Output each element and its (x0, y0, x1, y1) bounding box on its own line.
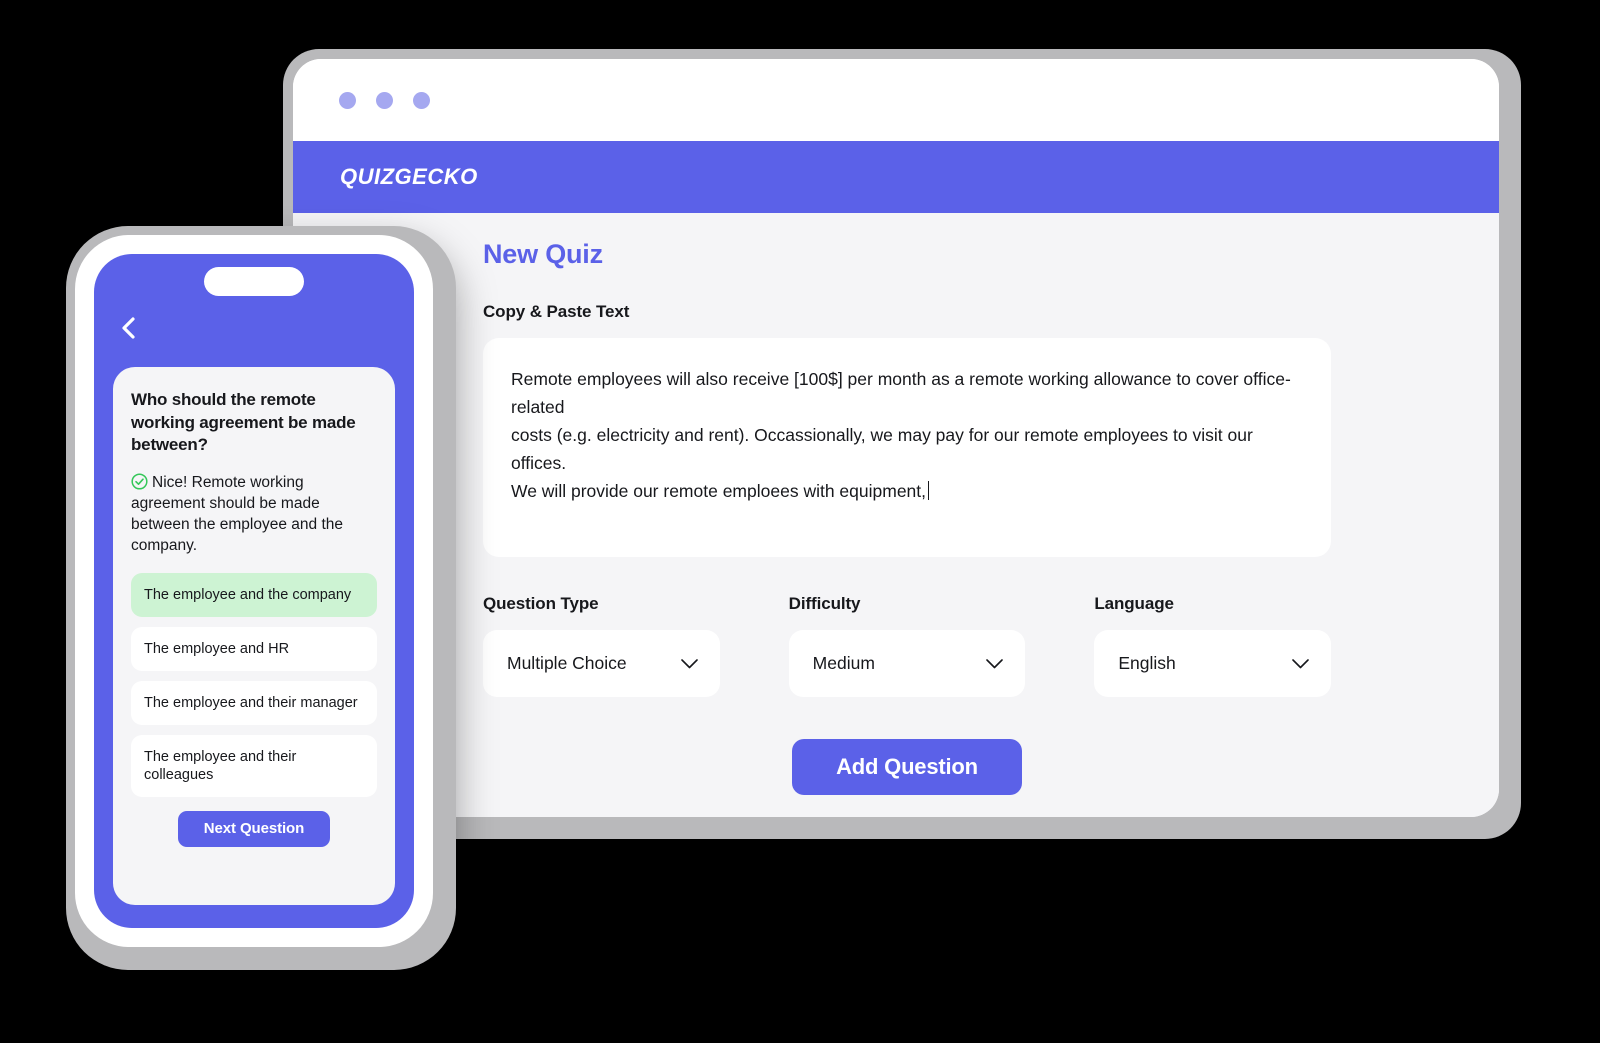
paste-text-input[interactable]: Remote employees will also receive [100$… (483, 338, 1331, 557)
question-type-label: Question Type (483, 594, 599, 613)
browser-window-inner: QUIZGECKO New Quiz Copy & Paste Text Rem… (293, 59, 1499, 817)
options-row: Question Type Multiple Choice Difficulty… (483, 594, 1332, 697)
phone-screen: Who should the remote working agreement … (94, 254, 414, 928)
chevron-down-icon (680, 658, 698, 669)
paste-text-label: Copy & Paste Text (483, 302, 630, 321)
quiz-option[interactable]: The employee and their colleagues (131, 734, 377, 797)
chevron-down-icon (986, 658, 1004, 669)
question-type-group: Question Type Multiple Choice (483, 594, 720, 697)
quiz-card: Who should the remote working agreement … (113, 367, 395, 905)
next-question-row: Next Question (131, 810, 377, 847)
language-value: English (1118, 653, 1176, 673)
textarea-line-3: We will provide our remote emploees with… (511, 477, 1303, 505)
app-navbar: QUIZGECKO (293, 141, 1499, 213)
add-question-button[interactable]: Add Question (792, 739, 1022, 795)
phone-bezel: Who should the remote working agreement … (75, 235, 433, 947)
window-dot-close-icon[interactable] (339, 91, 356, 109)
language-group: Language English (1094, 594, 1332, 697)
quiz-options: The employee and the company The employe… (131, 572, 377, 797)
text-caret (928, 481, 930, 500)
difficulty-value: Medium (812, 653, 875, 673)
question-type-select[interactable]: Multiple Choice (483, 630, 720, 697)
question-type-value: Multiple Choice (507, 653, 627, 673)
quiz-feedback-text: Nice! Remote working agreement should be… (131, 473, 343, 554)
browser-titlebar (293, 59, 1499, 141)
window-dot-minimize-icon[interactable] (376, 91, 393, 109)
next-question-button[interactable]: Next Question (177, 810, 331, 847)
textarea-line-1: Remote employees will also receive [100$… (511, 369, 1291, 417)
language-label: Language (1094, 594, 1174, 613)
difficulty-select[interactable]: Medium (788, 630, 1026, 697)
window-dot-maximize-icon[interactable] (413, 91, 430, 109)
textarea-line-3-text: We will provide our remote emploees with… (511, 481, 927, 501)
browser-window: QUIZGECKO New Quiz Copy & Paste Text Rem… (283, 49, 1521, 839)
chevron-down-icon (1292, 658, 1309, 669)
quiz-option[interactable]: The employee and HR (131, 626, 377, 671)
phone-notch (204, 267, 304, 296)
check-circle-icon (131, 472, 148, 490)
brand-logo[interactable]: QUIZGECKO (340, 164, 478, 190)
quiz-feedback: Nice! Remote working agreement should be… (131, 472, 377, 556)
add-question-row: Add Question (483, 739, 1331, 795)
language-select[interactable]: English (1094, 630, 1332, 697)
page-title: New Quiz (483, 239, 603, 269)
difficulty-group: Difficulty Medium (788, 594, 1026, 697)
difficulty-label: Difficulty (788, 594, 861, 613)
quiz-option[interactable]: The employee and the company (131, 572, 377, 617)
app-content: New Quiz Copy & Paste Text Remote employ… (293, 213, 1499, 817)
quiz-option[interactable]: The employee and their manager (131, 680, 377, 725)
chevron-left-icon[interactable] (118, 315, 140, 341)
phone-device: Who should the remote working agreement … (66, 226, 456, 970)
textarea-line-2: costs (e.g. electricity and rent). Occas… (511, 425, 1258, 473)
quiz-question: Who should the remote working agreement … (131, 390, 356, 454)
